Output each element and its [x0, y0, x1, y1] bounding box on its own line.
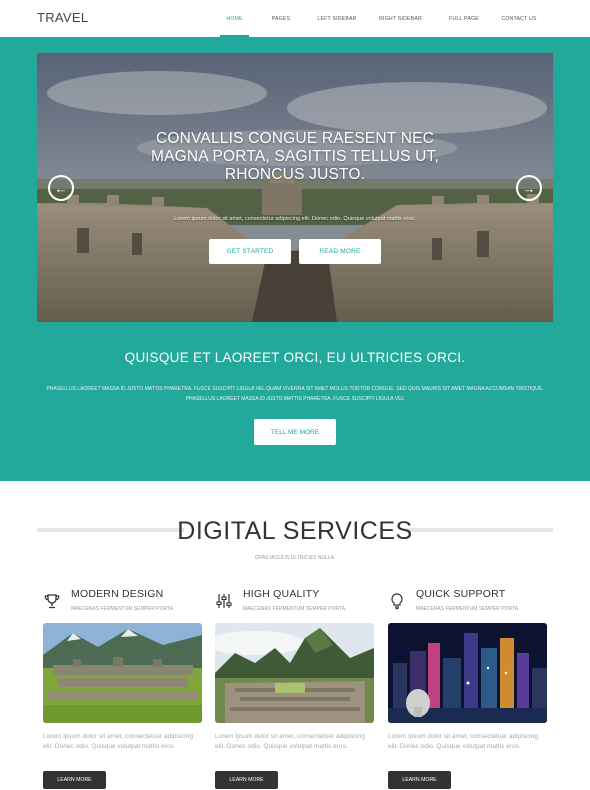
nav-item-home[interactable]: HOME — [214, 0, 255, 37]
card-text: Lorem ipsum dolor sit amet, consectetuer… — [43, 733, 193, 750]
card-subtitle: MAECENAS FERMENTUM SEMPER PORTA. — [71, 606, 175, 612]
card-title: HIGH QUALITY — [243, 588, 320, 600]
main-nav: HOME PAGES LEFT SIDEBAR RIGHT SIDEBAR FU… — [214, 0, 544, 37]
feature-text: PHASELLUS LAOREET MASSA ID JUSTO MATTIS … — [46, 386, 544, 402]
trophy-icon — [44, 594, 60, 609]
learn-more-button[interactable]: LEARN MORE — [43, 771, 106, 789]
site-header: TRAVEL HOME PAGES LEFT SIDEBAR RIGHT SID… — [0, 0, 590, 37]
arrow-left-circle-icon: ← — [54, 180, 68, 196]
learn-more-button[interactable]: LEARN MORE — [388, 771, 451, 789]
nav-item-full-page[interactable]: FULL PAGE — [434, 0, 494, 37]
nav-item-right-sidebar[interactable]: RIGHT SIDEBAR — [367, 0, 434, 37]
slider-next-button[interactable]: → — [516, 175, 542, 201]
card-text: Lorem ipsum dolor sit amet, consectetuer… — [388, 733, 538, 750]
tell-me-more-button[interactable]: TELL ME MORE — [254, 419, 336, 445]
card-subtitle: MAECENAS FERMENTUM SEMPER PORTA. — [243, 606, 347, 612]
card-title: QUICK SUPPORT — [416, 588, 506, 600]
lightbulb-icon — [391, 593, 403, 610]
read-more-button[interactable]: READ MORE — [299, 239, 381, 264]
sliders-icon — [216, 594, 232, 608]
nav-item-contact-us[interactable]: CONTACT US — [494, 0, 544, 37]
card-title: MODERN DESIGN — [71, 588, 164, 600]
card-text: Lorem ipsum dolor sit amet, consectetuer… — [215, 733, 365, 750]
nav-item-left-sidebar[interactable]: LEFT SIDEBAR — [307, 0, 367, 37]
hero-title: CONVALLIS CONGUE RAESENT NEC MAGNA PORTA… — [150, 130, 440, 183]
hero-subtitle: Lorem ipsum dolor sit amet, consectetur … — [174, 216, 416, 222]
slider-prev-button[interactable]: ← — [48, 175, 74, 201]
arrow-right-circle-icon: → — [522, 180, 536, 196]
nav-item-pages[interactable]: PAGES — [255, 0, 307, 37]
services-subtitle: CRAS IACULIS ULTRICIES NULLA. — [254, 555, 336, 561]
get-started-button[interactable]: GET STARTED — [209, 239, 291, 264]
hero-image — [37, 53, 553, 322]
services-title: DIGITAL SERVICES — [177, 517, 413, 545]
site-logo[interactable]: TRAVEL — [37, 10, 88, 25]
card-subtitle: MAECENAS FERMENTUM SEMPER PORTA. — [416, 606, 520, 612]
feature-title: QUISQUE ET LAOREET ORCI, EU ULTRICIES OR… — [124, 350, 466, 365]
card-image-city-night — [388, 623, 547, 723]
hero-slider: CONVALLIS CONGUE RAESENT NEC MAGNA PORTA… — [37, 53, 553, 322]
card-image-ruins — [43, 623, 202, 723]
learn-more-button[interactable]: LEARN MORE — [215, 771, 278, 789]
card-image-machu-picchu — [215, 623, 374, 723]
